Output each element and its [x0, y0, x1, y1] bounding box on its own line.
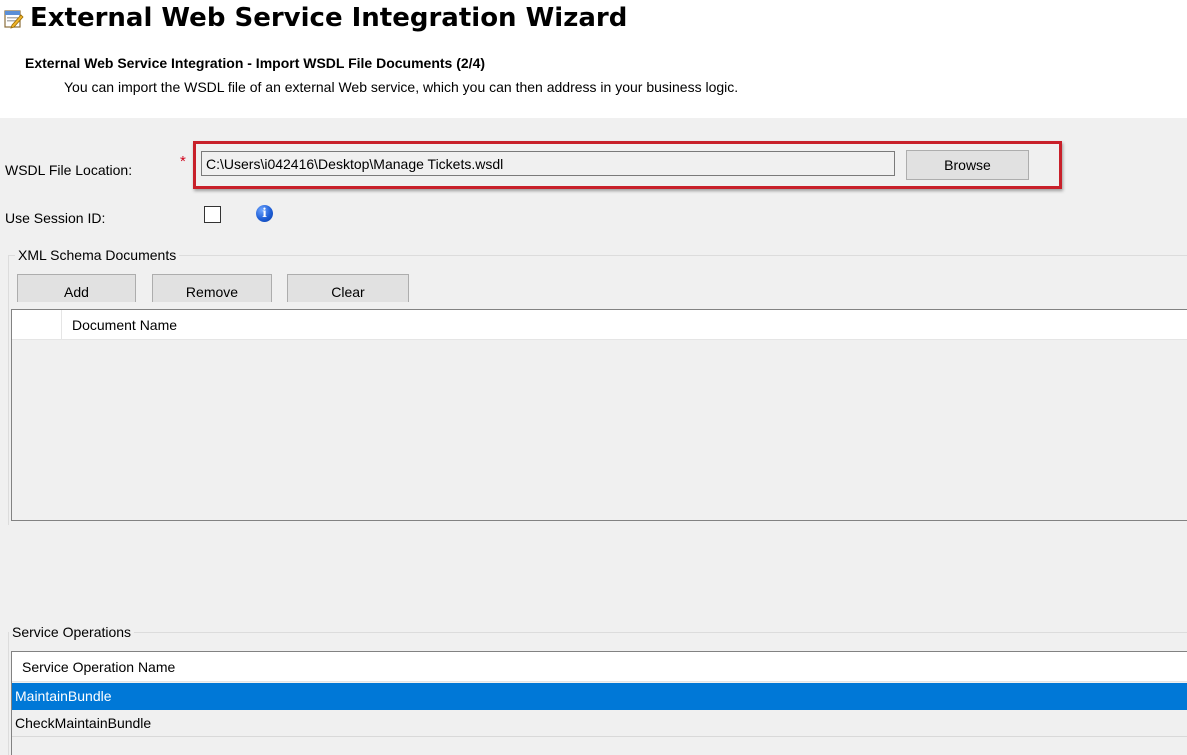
service-operations-group-title: Service Operations	[9, 624, 135, 641]
step-description: You can import the WSDL file of an exter…	[64, 79, 739, 95]
schema-documents-table[interactable]: Document Name	[11, 309, 1187, 521]
row-selector-header	[12, 310, 62, 340]
use-session-id-label: Use Session ID:	[5, 210, 106, 226]
required-marker: *	[180, 153, 186, 170]
wsdl-file-path-input[interactable]	[201, 151, 895, 176]
schema-table-header: Document Name	[12, 310, 1187, 340]
wizard-title: External Web Service Integration Wizard	[30, 3, 628, 33]
document-name-column-header[interactable]: Document Name	[72, 317, 177, 334]
service-operation-row[interactable]: CheckMaintainBundle	[12, 710, 1187, 737]
info-icon[interactable]: i	[256, 205, 273, 222]
remove-document-button[interactable]: Remove	[152, 274, 272, 302]
xml-schema-group-title: XML Schema Documents	[15, 247, 180, 264]
service-operation-row[interactable]: MaintainBundle	[12, 683, 1187, 710]
add-document-button[interactable]: Add	[17, 274, 136, 302]
step-title: External Web Service Integration - Impor…	[25, 55, 486, 71]
service-operations-header: Service Operation Name	[12, 652, 1187, 682]
wizard-app-icon	[4, 10, 24, 29]
browse-button[interactable]: Browse	[906, 150, 1029, 180]
wizard-header: External Web Service Integration Wizard …	[0, 0, 1187, 118]
service-operation-name-column-header[interactable]: Service Operation Name	[22, 659, 175, 676]
use-session-id-checkbox[interactable]	[204, 206, 221, 223]
clear-documents-button[interactable]: Clear	[287, 274, 409, 302]
service-operations-table[interactable]: Service Operation Name MaintainBundle Ch…	[11, 651, 1187, 755]
wsdl-location-label: WSDL File Location:	[5, 162, 133, 178]
